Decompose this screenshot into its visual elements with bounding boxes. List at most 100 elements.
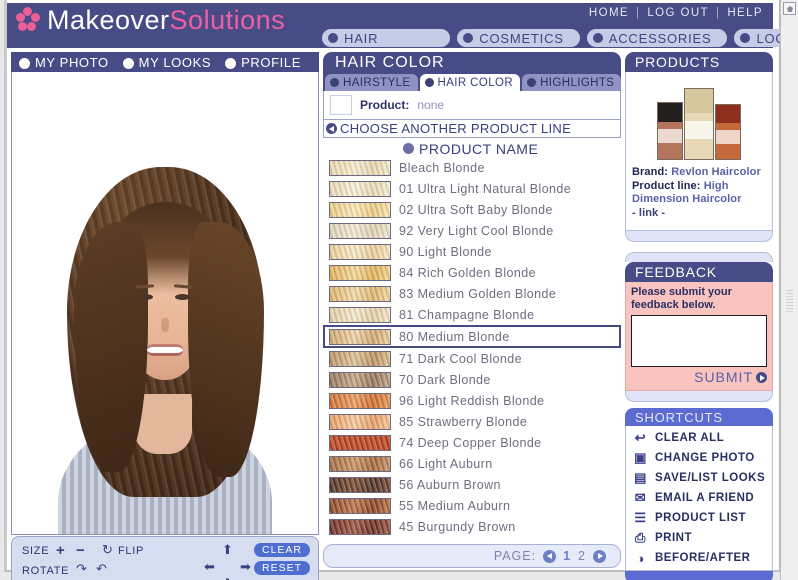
product-list-header: PRODUCT NAME: [323, 140, 621, 157]
flip-icon[interactable]: ↻: [102, 543, 114, 556]
product-row[interactable]: 71 Dark Cool Blonde: [323, 348, 621, 369]
shortcut-item[interactable]: ☰ PRODUCT LIST: [626, 508, 772, 528]
feedback-textarea[interactable]: [631, 315, 767, 367]
sidebar: PRODUCTS Brand: Revlon Haircolor Product…: [625, 52, 773, 580]
size-decrease-button[interactable]: −: [76, 542, 85, 559]
shortcuts-list: ↩ CLEAR ALL ▣ CHANGE PHOTO ▤ SAVE/LIST LOOKS ✉…: [625, 426, 773, 571]
product-color-swatch[interactable]: [329, 371, 391, 388]
product-color-swatch[interactable]: [329, 328, 391, 345]
product-color-swatch[interactable]: [329, 264, 391, 281]
product-color-swatch[interactable]: [329, 285, 391, 302]
tab-hair[interactable]: HAIR: [322, 29, 451, 47]
reset-button[interactable]: RESET: [253, 561, 310, 575]
browser-scrollbar-rail[interactable]: [780, 0, 798, 580]
flip-label: FLIP: [118, 545, 145, 557]
product-row-label: 45 Burgundy Brown: [399, 519, 516, 534]
product-row[interactable]: 92 Very Light Cool Blonde: [323, 220, 621, 241]
product-link[interactable]: - link -: [632, 207, 766, 221]
product-name-column-header: PRODUCT NAME: [419, 140, 539, 157]
product-color-swatch[interactable]: [329, 306, 391, 323]
product-row[interactable]: 02 Ultra Soft Baby Blonde: [323, 199, 621, 220]
move-left-button[interactable]: ⬅: [204, 560, 216, 573]
photo-canvas[interactable]: [11, 72, 319, 535]
shortcut-item[interactable]: ◑ BEFORE/AFTER: [626, 548, 772, 568]
portrait-hair-right: [188, 222, 264, 477]
product-color-swatch[interactable]: [329, 476, 391, 493]
topnav-help[interactable]: HELP: [727, 7, 763, 19]
product-row[interactable]: 70 Dark Blonde: [323, 369, 621, 390]
product-row[interactable]: 81 Champagne Blonde: [323, 304, 621, 325]
move-up-button[interactable]: ⬆: [222, 543, 234, 556]
topnav-home[interactable]: HOME: [589, 7, 629, 19]
product-color-swatch[interactable]: [329, 413, 391, 430]
product-row[interactable]: 45 Burgundy Brown: [323, 516, 621, 537]
product-row[interactable]: 84 Rich Golden Blonde: [323, 262, 621, 283]
rotate-left-icon[interactable]: ↶: [96, 562, 108, 575]
page-current: 1: [563, 549, 572, 563]
product-row[interactable]: 66 Light Auburn: [323, 453, 621, 474]
product-color-swatch[interactable]: [329, 392, 391, 409]
product-row[interactable]: 83 Medium Golden Blonde: [323, 283, 621, 304]
tab-my-photo[interactable]: MY PHOTO: [19, 55, 109, 70]
product-color-swatch[interactable]: [329, 159, 391, 176]
product-row[interactable]: 90 Light Blonde: [323, 241, 621, 262]
product-row[interactable]: 55 Medium Auburn: [323, 495, 621, 516]
product-color-swatch[interactable]: [329, 350, 391, 367]
page-next-number[interactable]: 2: [578, 549, 586, 563]
previous-page-button[interactable]: [543, 549, 557, 563]
clear-button[interactable]: CLEAR: [253, 543, 310, 557]
product-color-swatch[interactable]: [329, 434, 391, 451]
product-row-label: 70 Dark Blonde: [399, 372, 491, 387]
product-line-line: Product line: High Dimension Haircolor: [632, 180, 766, 207]
rotate-right-icon[interactable]: ↷: [76, 562, 88, 575]
product-color-swatch[interactable]: [329, 243, 391, 260]
product-row[interactable]: Bleach Blonde: [323, 157, 621, 178]
product-list[interactable]: Bleach Blonde 01 Ultra Light Natural Blon…: [323, 157, 621, 542]
tab-profile[interactable]: PROFILE: [225, 55, 301, 70]
product-color-swatch[interactable]: [329, 180, 391, 197]
subtab-highlights[interactable]: HIGHLIGHTS: [522, 74, 622, 91]
product-row[interactable]: 01 Ultra Light Natural Blonde: [323, 178, 621, 199]
product-color-swatch[interactable]: [329, 201, 391, 218]
size-label: SIZE: [22, 545, 50, 557]
shortcut-item[interactable]: ⎙ PRINT: [626, 528, 772, 548]
scrollbar-grip[interactable]: [786, 290, 793, 312]
product-row-label: 85 Strawberry Blonde: [399, 414, 528, 429]
subtab-hairstyle[interactable]: HAIRSTYLE: [325, 74, 418, 91]
next-page-button[interactable]: [593, 549, 606, 563]
product-color-swatch[interactable]: [329, 518, 391, 535]
product-row[interactable]: 80 Medium Blonde: [323, 325, 621, 348]
product-row[interactable]: 74 Deep Copper Blonde: [323, 432, 621, 453]
choose-another-product-line-button[interactable]: CHOOSE ANOTHER PRODUCT LINE: [323, 119, 621, 138]
tab-my-looks[interactable]: MY LOOKS: [122, 55, 211, 70]
product-row-label: 56 Auburn Brown: [399, 477, 501, 492]
tab-accessories[interactable]: ACCESSORIES: [586, 29, 728, 47]
move-right-button[interactable]: ➡: [240, 560, 252, 573]
brand-line: Brand: Revlon Haircolor: [632, 166, 766, 180]
product-row-label: 83 Medium Golden Blonde: [399, 286, 557, 301]
product-row[interactable]: 96 Light Reddish Blonde: [323, 390, 621, 411]
back-arrow-icon: [326, 123, 337, 134]
shortcut-item[interactable]: ↩ CLEAR ALL: [626, 428, 772, 448]
product-color-swatch[interactable]: [329, 222, 391, 239]
shortcut-item[interactable]: ✉ EMAIL A FRIEND: [626, 488, 772, 508]
brand-logo[interactable]: MakeoverSolutions: [15, 5, 285, 35]
shortcut-item[interactable]: ▤ SAVE/LIST LOOKS: [626, 468, 772, 488]
makeover-solutions-app: MakeoverSolutions HOME | LOG OUT | HELP …: [0, 0, 798, 580]
rotate-label: ROTATE: [22, 565, 70, 577]
product-row[interactable]: 85 Strawberry Blonde: [323, 411, 621, 432]
feedback-submit-button[interactable]: SUBMIT: [631, 369, 767, 385]
list-icon: ☰: [634, 510, 647, 525]
shortcut-item[interactable]: ▣ CHANGE PHOTO: [626, 448, 772, 468]
product-row[interactable]: 56 Auburn Brown: [323, 474, 621, 495]
current-product-key: Product:: [360, 98, 410, 112]
tab-cosmetics[interactable]: COSMETICS: [457, 29, 580, 47]
product-color-swatch[interactable]: [329, 497, 391, 514]
model-portrait-image: [12, 72, 318, 534]
subtab-hair-color[interactable]: HAIR COLOR: [419, 74, 521, 91]
size-increase-button[interactable]: +: [56, 542, 65, 559]
products-panel-footer: [625, 231, 773, 242]
shortcut-label: PRODUCT LIST: [655, 512, 746, 524]
topnav-logout[interactable]: LOG OUT: [647, 7, 709, 19]
product-color-swatch[interactable]: [329, 455, 391, 472]
